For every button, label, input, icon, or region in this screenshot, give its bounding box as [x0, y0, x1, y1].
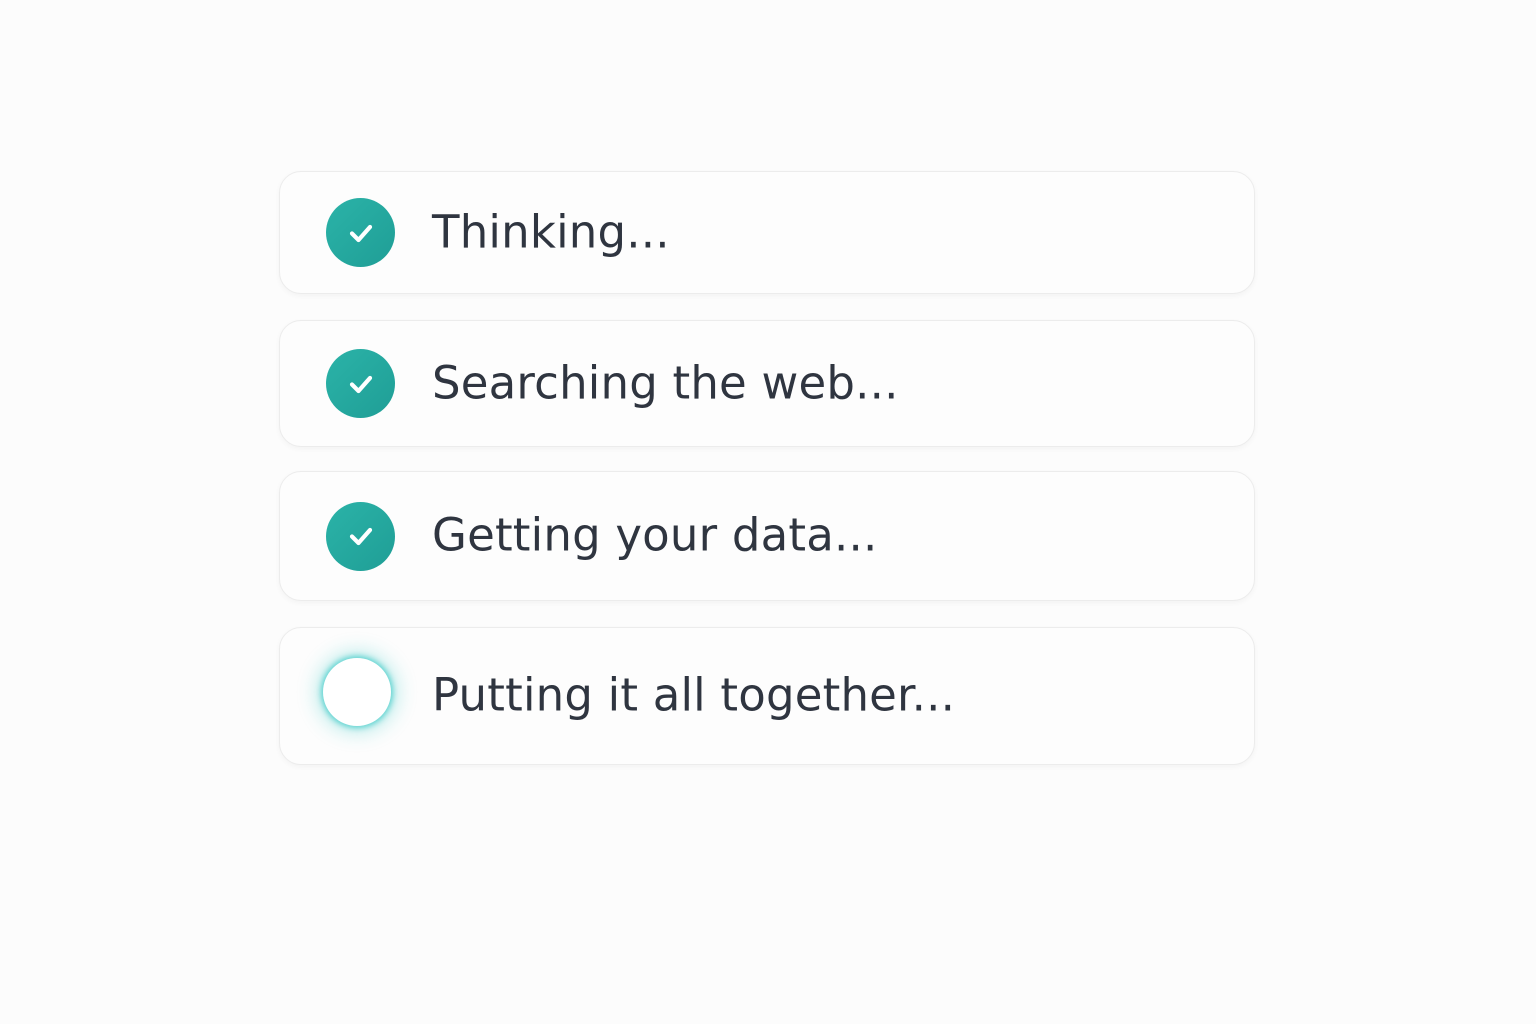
- checkmark-icon: [349, 527, 372, 546]
- step-putting-together: Putting it all together...: [279, 627, 1255, 765]
- page: Thinking... Searching the web... Getting…: [0, 0, 1536, 1024]
- step-label: Thinking...: [432, 204, 670, 258]
- check-circle-icon: [326, 198, 395, 267]
- step-thinking: Thinking...: [279, 171, 1255, 294]
- step-label: Getting your data...: [432, 508, 878, 562]
- checkmark-icon: [349, 375, 372, 393]
- check-circle-icon: [326, 501, 395, 571]
- step-getting-data: Getting your data...: [279, 471, 1255, 601]
- step-label: Putting it all together...: [432, 668, 956, 722]
- checkmark-icon: [349, 224, 372, 242]
- pending-circle-icon: [323, 658, 391, 726]
- step-searching-web: Searching the web...: [279, 320, 1255, 447]
- step-label: Searching the web...: [432, 355, 899, 409]
- check-circle-icon: [326, 349, 395, 418]
